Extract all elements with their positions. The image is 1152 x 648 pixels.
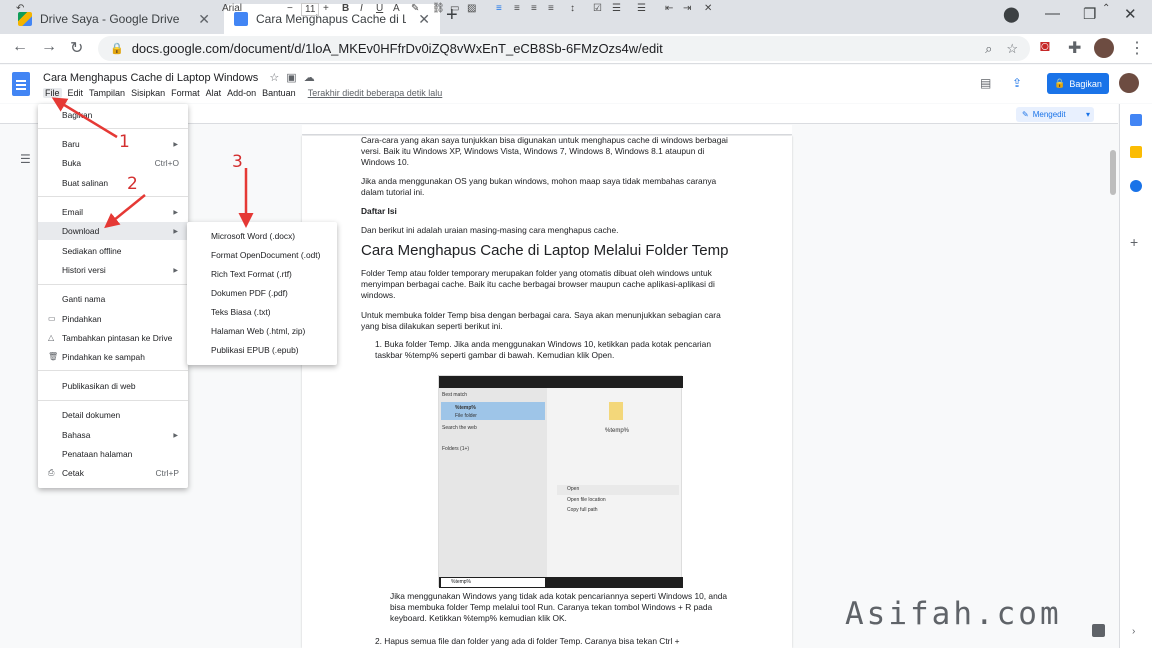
annotation-number: 3 — [232, 152, 243, 172]
explore-icon[interactable] — [1092, 624, 1105, 637]
annotation-number: 1 — [119, 132, 130, 152]
annotation-number: 2 — [127, 174, 138, 194]
annotation-arrows — [51, 97, 254, 229]
watermark: Asifah.com — [845, 596, 1062, 632]
